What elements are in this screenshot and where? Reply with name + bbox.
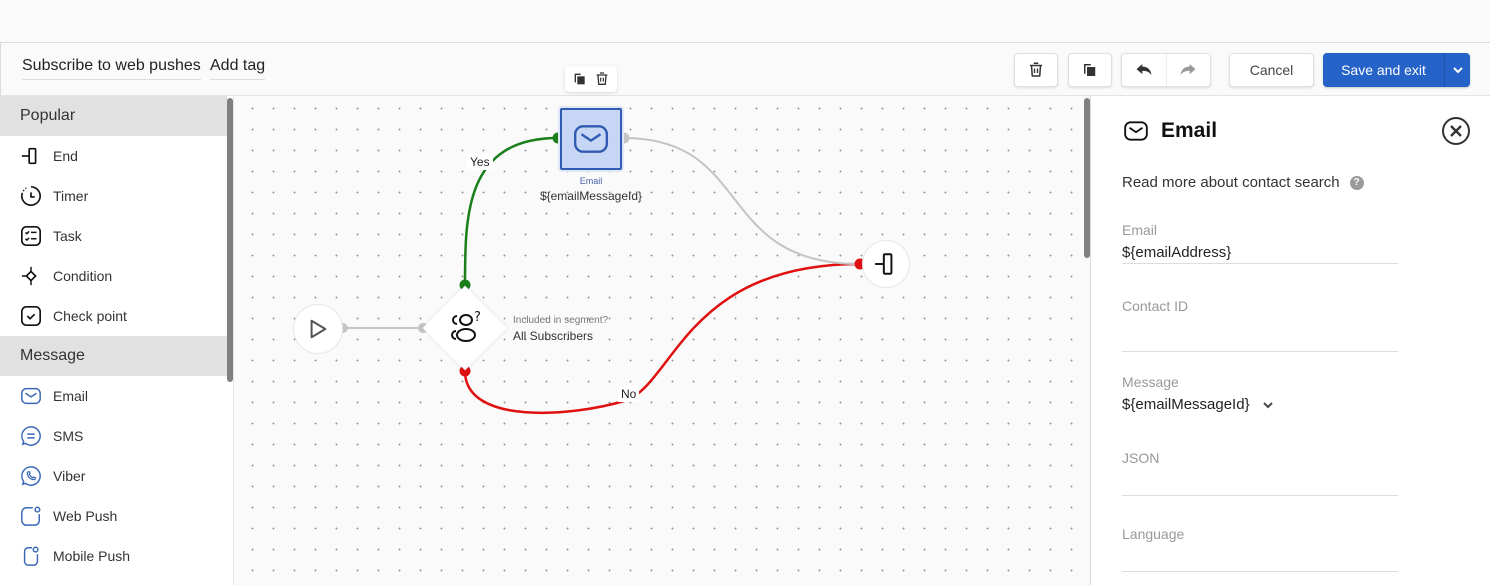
palette-item-end[interactable]: End: [0, 136, 233, 176]
undo-redo-group: [1121, 53, 1211, 87]
play-icon: [310, 319, 327, 339]
redo-icon: [1180, 64, 1196, 75]
palette-item-label: Web Push: [53, 508, 118, 524]
node-delete-button[interactable]: [594, 71, 610, 87]
redo-button[interactable]: [1167, 54, 1211, 86]
copy-icon: [1084, 64, 1096, 76]
email-icon: [573, 125, 609, 153]
section-header-message: Message: [0, 336, 227, 376]
flow-name-input[interactable]: Subscribe to web pushes: [22, 57, 201, 80]
contact-id-input[interactable]: [1122, 314, 1398, 352]
node-duplicate-button[interactable]: [572, 71, 588, 87]
email-field: Email ${emailAddress}: [1122, 222, 1398, 264]
palette-item-label: Timer: [53, 188, 89, 204]
palette-item-condition[interactable]: Condition: [0, 256, 233, 296]
node-toolbar: [565, 66, 617, 92]
message-select[interactable]: ${emailMessageId}: [1122, 390, 1398, 413]
palette-item-label: Condition: [53, 268, 113, 284]
palette-item-sms[interactable]: SMS: [0, 416, 233, 456]
mobile-push-icon: [20, 545, 42, 567]
duplicate-button[interactable]: [1068, 53, 1112, 87]
sms-icon: [20, 425, 42, 447]
language-input[interactable]: [1122, 542, 1398, 572]
email-icon: [1124, 121, 1148, 141]
delete-button[interactable]: [1014, 53, 1058, 87]
palette-item-web-push[interactable]: Web Push: [0, 496, 233, 536]
save-options-dropdown[interactable]: [1444, 53, 1470, 87]
edge-label-yes: Yes: [467, 154, 493, 170]
email-node-caption: Email: [579, 176, 603, 186]
copy-icon: [574, 73, 585, 85]
palette-item-label: Mobile Push: [53, 548, 131, 564]
end-icon: [875, 253, 893, 275]
condition-value: All Subscribers: [513, 329, 594, 343]
panel-title: Email: [1123, 118, 1217, 144]
cancel-button[interactable]: Cancel: [1229, 53, 1314, 87]
palette-item-label: Task: [53, 228, 82, 244]
check-point-icon: [20, 305, 42, 327]
field-label: Language: [1122, 526, 1185, 542]
message-field: Message ${emailMessageId}: [1122, 374, 1398, 413]
field-label: Contact ID: [1122, 298, 1189, 314]
palette-item-label: End: [53, 148, 78, 164]
viber-icon: [20, 465, 42, 487]
end-icon: [20, 145, 42, 167]
json-field: JSON: [1122, 450, 1398, 496]
condition-caption: Included in segment?: [513, 315, 609, 326]
sidebar-scrollbar[interactable]: [227, 98, 233, 382]
field-label: Email: [1122, 222, 1158, 238]
node-palette-sidebar: Popular End Timer Task Condition Check p…: [0, 96, 234, 585]
palette-item-viber[interactable]: Viber: [0, 456, 233, 496]
timer-icon: [20, 185, 42, 207]
flow-canvas[interactable]: Yes No ? Included in segment? All Subscr…: [234, 96, 1090, 585]
chevron-down-icon: [1262, 401, 1273, 408]
undo-icon: [1136, 64, 1152, 75]
message-select-value: ${emailMessageId}: [1122, 396, 1250, 413]
add-tag-input[interactable]: Add tag: [210, 57, 266, 80]
field-label: Message: [1122, 374, 1179, 390]
edge-label-no: No: [618, 386, 640, 402]
start-node[interactable]: [293, 304, 343, 354]
undo-button[interactable]: [1122, 54, 1167, 86]
palette-item-mobile-push[interactable]: Mobile Push: [0, 536, 233, 576]
properties-panel: Email Read more about contact search ? E…: [1090, 96, 1490, 585]
email-icon: [20, 385, 42, 407]
section-header-popular: Popular: [0, 96, 227, 136]
chevron-down-icon: [1452, 67, 1463, 74]
palette-item-check-point[interactable]: Check point: [0, 296, 233, 336]
palette-item-label: Email: [53, 388, 89, 404]
email-input[interactable]: ${emailAddress}: [1122, 238, 1398, 264]
close-panel-button[interactable]: [1441, 116, 1471, 146]
help-icon[interactable]: ?: [1349, 175, 1364, 190]
edges-layer: [338, 132, 866, 415]
top-strip: [0, 0, 1490, 43]
help-link[interactable]: Read more about contact search ?: [1122, 174, 1364, 191]
end-node[interactable]: [862, 240, 910, 288]
panel-title-text: Email: [1161, 119, 1218, 142]
trash-icon: [596, 72, 608, 85]
contact-id-field: Contact ID: [1122, 298, 1398, 352]
help-text: Read more about contact search: [1122, 174, 1340, 191]
close-icon: [1442, 117, 1470, 145]
palette-item-label: SMS: [53, 428, 84, 444]
condition-icon: [20, 265, 42, 287]
edge-email-to-end: [623, 137, 861, 265]
palette-item-email[interactable]: Email: [0, 376, 233, 416]
field-label: JSON: [1122, 450, 1160, 466]
save-and-exit-button[interactable]: Save and exit: [1323, 53, 1444, 87]
json-input[interactable]: [1122, 466, 1398, 496]
task-icon: [20, 225, 42, 247]
web-push-icon: [20, 505, 42, 527]
save-group: Save and exit: [1323, 53, 1470, 87]
trash-icon: [1030, 62, 1042, 77]
palette-item-label: Viber: [53, 468, 86, 484]
email-node-selected[interactable]: [560, 108, 622, 170]
palette-item-label: Check point: [53, 308, 127, 324]
palette-item-task[interactable]: Task: [0, 216, 233, 256]
toolbar: Subscribe to web pushes Add tag Cancel S…: [0, 43, 1490, 96]
email-node-value: ${emailMessageId}: [539, 189, 643, 203]
palette-item-timer[interactable]: Timer: [0, 176, 233, 216]
language-field: Language: [1122, 526, 1398, 572]
